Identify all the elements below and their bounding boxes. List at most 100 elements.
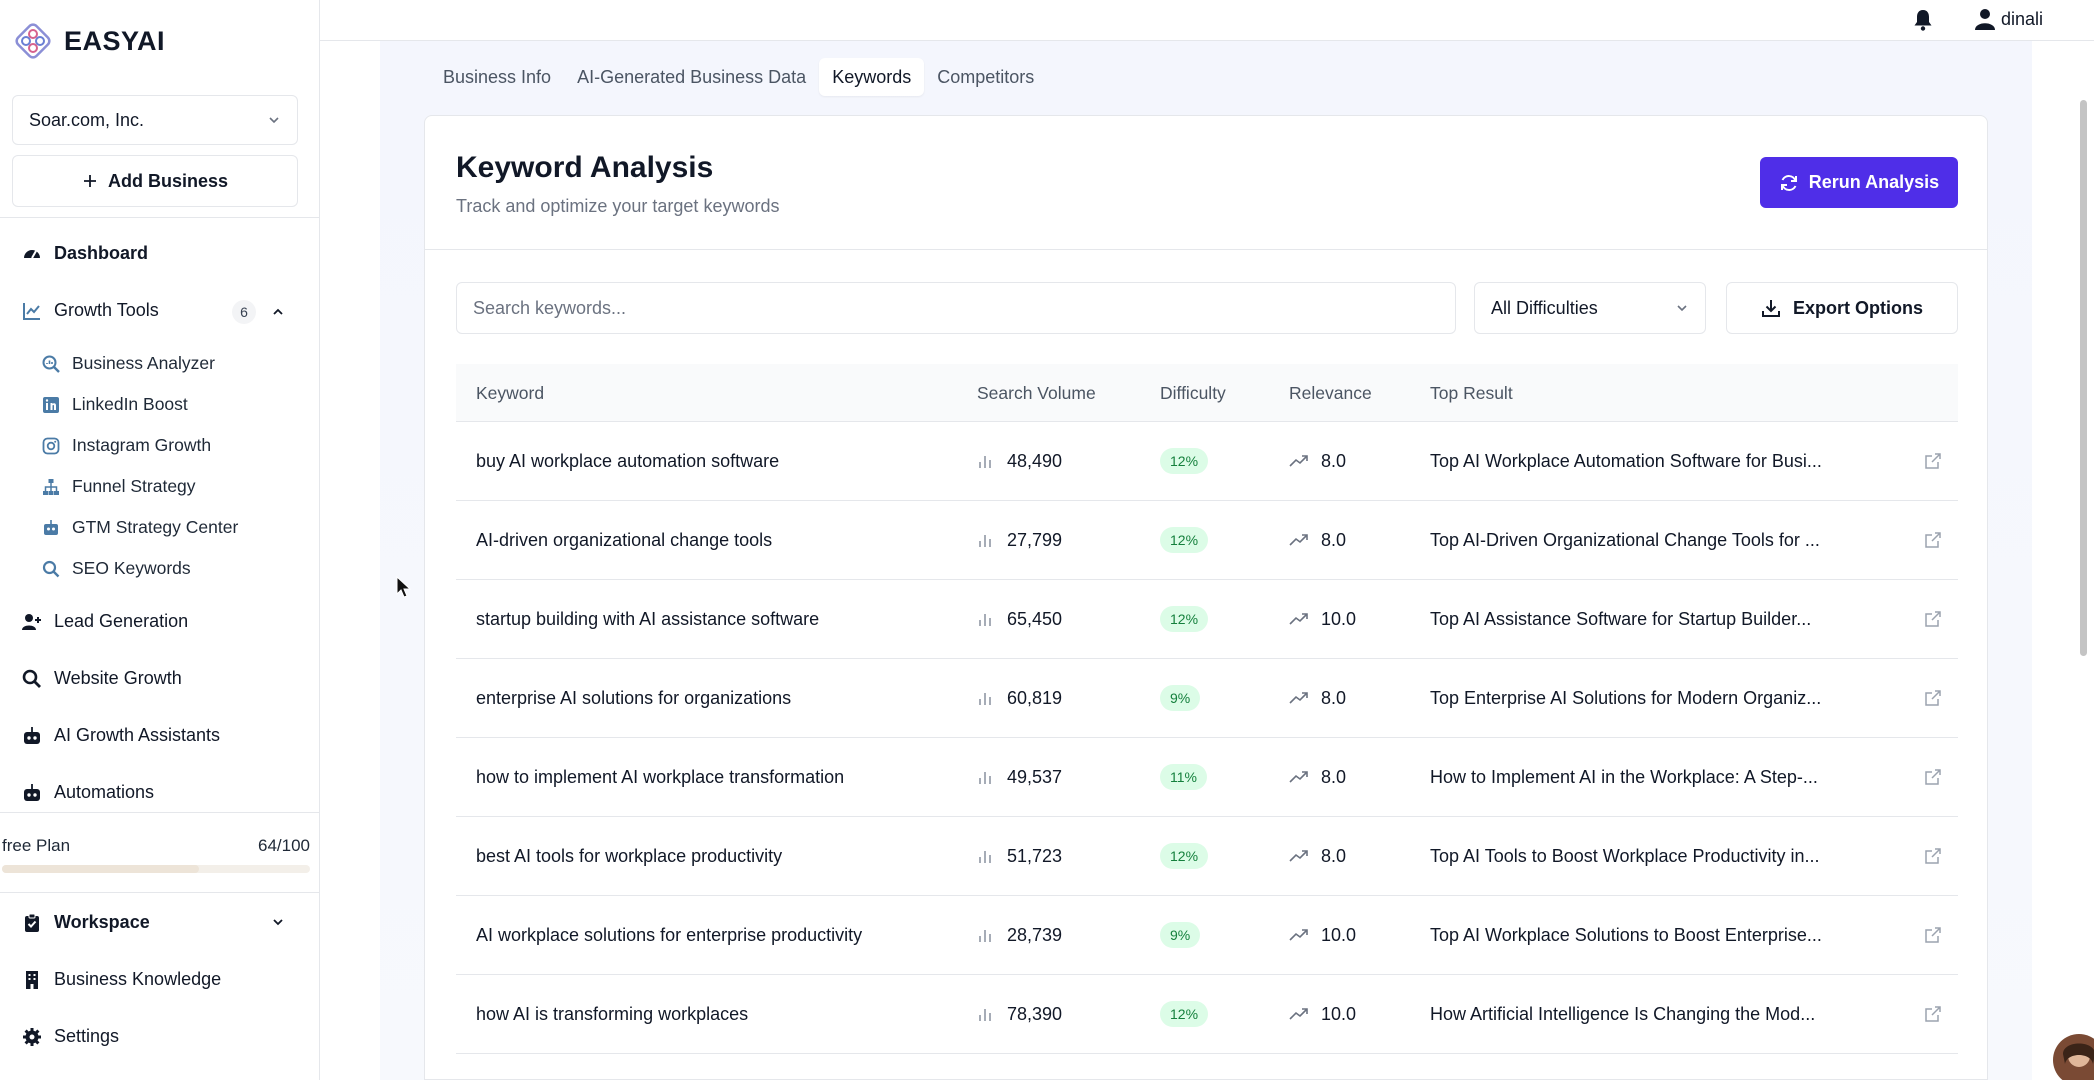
app-name: EASYAI — [64, 25, 166, 56]
difficulty-cell: 12% — [1160, 580, 1209, 658]
keyword-search-input[interactable] — [456, 282, 1456, 334]
table-row[interactable]: AI-driven organizational change tools 27… — [456, 501, 1958, 580]
relevance-cell: 8.0 — [1289, 659, 1346, 737]
difficulty-cell: 9% — [1160, 659, 1201, 737]
mouse-cursor-icon — [396, 576, 412, 598]
chevron-up-icon[interactable] — [271, 305, 285, 319]
bar-chart-icon — [979, 614, 991, 626]
search-icon — [42, 560, 60, 578]
relevance-cell: 8.0 — [1289, 501, 1346, 579]
username: dinali — [2001, 8, 2044, 29]
page-scrollbar[interactable] — [2080, 100, 2087, 656]
trending-up-icon — [1289, 771, 1308, 783]
search-volume-value: 51,723 — [1007, 845, 1063, 866]
user-plus-icon — [22, 612, 42, 632]
search-volume-cell: 51,723 — [977, 817, 1062, 895]
table-row[interactable]: AI workplace solutions for enterprise pr… — [456, 896, 1958, 975]
open-link-button[interactable] — [1924, 975, 1942, 1053]
business-select[interactable]: Soar.com, Inc. — [12, 95, 298, 145]
add-business-button[interactable]: Add Business — [12, 155, 298, 207]
trending-up-icon — [1289, 534, 1308, 546]
table-row[interactable]: buy AI workplace automation software 48,… — [456, 422, 1958, 501]
sidebar-item-settings[interactable]: Settings — [22, 1026, 119, 1047]
sidebar-item-lead-generation[interactable]: Lead Generation — [22, 611, 188, 632]
external-link-icon — [1925, 1006, 1941, 1022]
support-avatar[interactable] — [2053, 1034, 2094, 1080]
table-row[interactable]: startup building with AI assistance soft… — [456, 580, 1958, 659]
open-link-button[interactable] — [1924, 738, 1942, 816]
open-link-button[interactable] — [1924, 659, 1942, 737]
sidebar-item-gtm-strategy-center[interactable]: GTM Strategy Center — [42, 517, 238, 538]
plan-usage: free Plan 64/100 — [2, 836, 310, 856]
sidebar-item-label: Website Growth — [54, 668, 182, 688]
bar-chart-icon — [979, 930, 991, 942]
rerun-analysis-label: Rerun Analysis — [1808, 172, 1940, 192]
column-header-difficulty[interactable]: Difficulty — [1160, 364, 1226, 422]
difficulty-cell: 9% — [1160, 896, 1201, 974]
export-options-button[interactable]: Export Options — [1726, 282, 1958, 334]
open-link-button[interactable] — [1924, 501, 1942, 579]
open-link-button[interactable] — [1924, 896, 1942, 974]
column-header-search-volume[interactable]: Search Volume — [977, 364, 1096, 422]
open-link-button[interactable] — [1924, 580, 1942, 658]
search-volume-cell: 48,490 — [977, 422, 1062, 500]
sidebar-item-funnel-strategy[interactable]: Funnel Strategy — [42, 476, 196, 497]
robot-icon — [22, 726, 42, 746]
sidebar-divider — [0, 812, 319, 813]
sidebar-item-label: Business Knowledge — [54, 969, 222, 989]
table-header: Keyword Search Volume Difficulty Relevan… — [456, 364, 1958, 422]
user-icon — [1975, 9, 1995, 30]
sidebar-item-website-growth[interactable]: Website Growth — [22, 668, 182, 689]
user-menu[interactable]: dinali — [1975, 8, 2043, 30]
top-bar: dinali — [320, 0, 2094, 41]
chart-line-icon — [22, 301, 42, 321]
open-link-button[interactable] — [1924, 817, 1942, 895]
sidebar-item-instagram-growth[interactable]: Instagram Growth — [42, 435, 211, 456]
table-row[interactable]: how to implement AI workplace transforma… — [456, 738, 1958, 817]
table-row[interactable]: best AI tools for workplace productivity… — [456, 817, 1958, 896]
bell-icon[interactable] — [1912, 8, 1934, 32]
sidebar-item-label: Funnel Strategy — [72, 476, 196, 496]
relevance-value: 8.0 — [1321, 450, 1347, 471]
trending-up-icon — [1289, 929, 1308, 941]
open-link-button[interactable] — [1924, 422, 1942, 500]
table-row[interactable]: how AI is transforming workplaces 78,390… — [456, 975, 1958, 1054]
rerun-analysis-button[interactable]: Rerun Analysis — [1760, 157, 1958, 208]
sidebar-item-ai-growth-assistants[interactable]: AI Growth Assistants — [22, 725, 220, 746]
difficulty-badge: 12% — [1160, 1001, 1209, 1027]
tab-competitors[interactable]: Competitors — [924, 58, 1047, 96]
chevron-down-icon[interactable] — [271, 915, 285, 929]
bar-chart-icon — [979, 456, 991, 468]
plan-progress-bar — [2, 865, 310, 873]
relevance-value: 8.0 — [1321, 529, 1347, 550]
sidebar-item-workspace[interactable]: Workspace — [22, 912, 150, 933]
bar-chart-icon — [979, 772, 991, 784]
sidebar-item-linkedin-boost[interactable]: LinkedIn Boost — [42, 394, 188, 415]
difficulty-filter-select[interactable]: All Difficulties — [1474, 282, 1706, 334]
external-link-icon — [1925, 769, 1941, 785]
top-result-cell: Top Enterprise AI Solutions for Modern O… — [1430, 687, 1822, 708]
logo[interactable]: EASYAI — [0, 0, 319, 82]
difficulty-badge: 12% — [1160, 606, 1209, 632]
robot-icon — [22, 783, 42, 803]
tab-business-info[interactable]: Business Info — [430, 58, 564, 96]
tab-keywords[interactable]: Keywords — [819, 58, 925, 96]
search-volume-cell: 65,450 — [977, 580, 1062, 658]
sidebar-item-dashboard[interactable]: Dashboard — [22, 243, 148, 264]
sidebar-item-growth-tools[interactable]: Growth Tools — [22, 300, 159, 321]
column-header-relevance[interactable]: Relevance — [1289, 364, 1372, 422]
difficulty-cell: 12% — [1160, 422, 1209, 500]
keyword-cell: startup building with AI assistance soft… — [476, 608, 820, 629]
tab-ai-generated-business-data[interactable]: AI-Generated Business Data — [564, 58, 819, 96]
sidebar-item-business-analyzer[interactable]: Business Analyzer — [42, 353, 215, 374]
sidebar-item-automations[interactable]: Automations — [22, 782, 154, 803]
trending-up-icon — [1289, 692, 1308, 704]
sidebar-item-seo-keywords[interactable]: SEO Keywords — [42, 558, 191, 579]
column-header-top-result[interactable]: Top Result — [1430, 364, 1513, 422]
top-result-cell: How to Implement AI in the Workplace: A … — [1430, 766, 1818, 787]
sidebar-item-business-knowledge[interactable]: Business Knowledge — [22, 969, 221, 990]
relevance-value: 8.0 — [1321, 766, 1347, 787]
table-row[interactable]: enterprise AI solutions for organization… — [456, 659, 1958, 738]
bar-chart-icon — [979, 851, 991, 863]
column-header-keyword[interactable]: Keyword — [476, 364, 544, 422]
